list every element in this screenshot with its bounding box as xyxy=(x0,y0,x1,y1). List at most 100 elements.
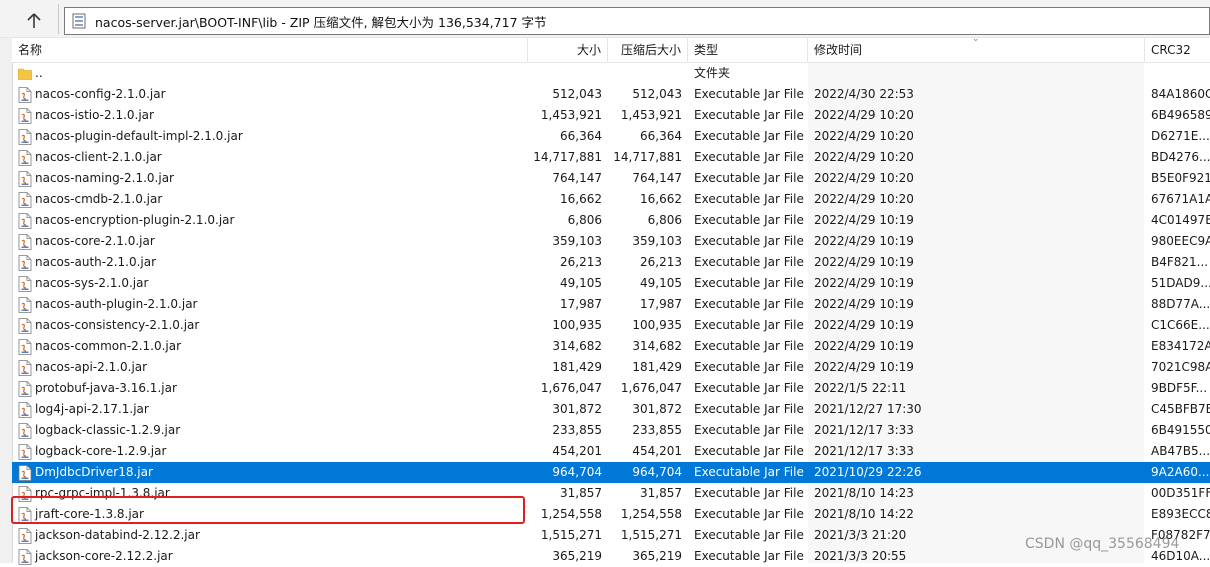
jar-file-icon xyxy=(18,275,32,292)
jar-file-icon xyxy=(18,443,32,460)
table-row[interactable]: nacos-common-2.1.0.jar 314,682 314,682 Exec… xyxy=(12,336,1210,357)
file-type: Executable Jar File xyxy=(694,381,804,395)
jar-file-icon xyxy=(18,107,32,124)
file-modified: 2022/4/29 10:19 xyxy=(814,213,914,227)
file-type: Executable Jar File xyxy=(694,402,804,416)
file-type: Executable Jar File xyxy=(694,234,804,248)
table-row[interactable]: nacos-api-2.1.0.jar 181,429 181,429 Executa… xyxy=(12,357,1210,378)
jar-file-icon xyxy=(18,359,32,376)
file-crc: 6B496589 xyxy=(1151,108,1210,122)
parent-folder-name: .. xyxy=(35,66,43,80)
table-row[interactable]: logback-classic-1.2.9.jar 233,855 233,855 E… xyxy=(12,420,1210,441)
table-row[interactable]: nacos-client-2.1.0.jar 14,717,881 14,717,8… xyxy=(12,147,1210,168)
table-row[interactable]: jraft-core-1.3.8.jar 1,254,558 1,254,558 Ex… xyxy=(12,504,1210,525)
table-row[interactable]: logback-core-1.2.9.jar 454,201 454,201 Exec… xyxy=(12,441,1210,462)
file-name: nacos-encryption-plugin-2.1.0.jar xyxy=(35,213,235,227)
column-name[interactable]: 名称 xyxy=(12,38,528,63)
file-compressed-size: 100,935 xyxy=(632,318,682,332)
file-crc: 7021C98A xyxy=(1151,360,1210,374)
table-row[interactable]: nacos-config-2.1.0.jar 512,043 512,043 Exec… xyxy=(12,84,1210,105)
file-name: DmJdbcDriver18.jar xyxy=(35,465,153,479)
file-modified: 2022/4/29 10:20 xyxy=(814,192,914,206)
file-crc: 6B491550 xyxy=(1151,423,1210,437)
parent-folder-row[interactable]: .. 文件夹 xyxy=(12,63,1210,84)
file-modified: 2022/4/29 10:19 xyxy=(814,234,914,248)
column-compressed-size[interactable]: 压缩后大小 xyxy=(608,38,688,63)
file-size: 1,453,921 xyxy=(540,108,602,122)
folder-icon xyxy=(18,68,32,80)
jar-file-icon xyxy=(18,233,32,250)
file-name: nacos-plugin-default-impl-2.1.0.jar xyxy=(35,129,243,143)
file-crc: 9A2A60... xyxy=(1151,465,1210,479)
table-row[interactable]: nacos-consistency-2.1.0.jar 100,935 100,93… xyxy=(12,315,1210,336)
file-name: logback-classic-1.2.9.jar xyxy=(35,423,181,437)
file-modified: 2022/4/29 10:19 xyxy=(814,297,914,311)
file-size: 181,429 xyxy=(552,360,602,374)
file-crc: 51DAD9... xyxy=(1151,276,1210,290)
table-row[interactable]: nacos-cmdb-2.1.0.jar 16,662 16,662 Executab… xyxy=(12,189,1210,210)
file-name: logback-core-1.2.9.jar xyxy=(35,444,167,458)
file-modified: 2022/4/29 10:19 xyxy=(814,318,914,332)
table-row[interactable]: nacos-auth-plugin-2.1.0.jar 17,987 17,987 E… xyxy=(12,294,1210,315)
column-crc[interactable]: CRC32 xyxy=(1145,38,1210,63)
file-modified: 2022/4/29 10:20 xyxy=(814,108,914,122)
file-modified: 2022/4/29 10:19 xyxy=(814,255,914,269)
file-compressed-size: 1,453,921 xyxy=(620,108,682,122)
file-modified: 2021/8/10 14:23 xyxy=(814,486,914,500)
file-size: 365,219 xyxy=(552,549,602,563)
jar-file-icon xyxy=(18,464,32,481)
file-compressed-size: 31,857 xyxy=(640,486,682,500)
table-row[interactable]: nacos-istio-2.1.0.jar 1,453,921 1,453,921 E… xyxy=(12,105,1210,126)
file-crc: BD4276... xyxy=(1151,150,1210,164)
jar-file-icon xyxy=(18,380,32,397)
address-path: nacos-server.jar\BOOT-INF\lib - ZIP 压缩文件… xyxy=(95,14,547,30)
file-crc: 84A1860C xyxy=(1151,87,1210,101)
file-compressed-size: 49,105 xyxy=(640,276,682,290)
table-row[interactable]: nacos-core-2.1.0.jar 359,103 359,103 Execut… xyxy=(12,231,1210,252)
file-name: nacos-consistency-2.1.0.jar xyxy=(35,318,200,332)
file-compressed-size: 454,201 xyxy=(632,444,682,458)
file-type: Executable Jar File xyxy=(694,486,804,500)
file-compressed-size: 26,213 xyxy=(640,255,682,269)
sort-indicator-icon: ⌄ xyxy=(972,34,980,44)
address-bar[interactable]: nacos-server.jar\BOOT-INF\lib - ZIP 压缩文件… xyxy=(64,7,1210,35)
file-modified: 2021/12/17 3:33 xyxy=(814,423,914,437)
column-type[interactable]: 类型 xyxy=(688,38,808,63)
file-crc: D6271E... xyxy=(1151,129,1210,143)
file-type: Executable Jar File xyxy=(694,171,804,185)
file-size: 512,043 xyxy=(552,87,602,101)
table-row[interactable]: nacos-sys-2.1.0.jar 49,105 49,105 Executabl… xyxy=(12,273,1210,294)
file-name: jraft-core-1.3.8.jar xyxy=(35,507,144,521)
file-name: nacos-auth-2.1.0.jar xyxy=(35,255,157,269)
file-modified: 2022/4/29 10:20 xyxy=(814,171,914,185)
file-modified: 2022/4/29 10:20 xyxy=(814,129,914,143)
file-crc: B4F821... xyxy=(1151,255,1209,269)
table-row[interactable]: nacos-encryption-plugin-2.1.0.jar 6,806 6,… xyxy=(12,210,1210,231)
file-type: Executable Jar File xyxy=(694,87,804,101)
table-row[interactable]: protobuf-java-3.16.1.jar 1,676,047 1,676,0… xyxy=(12,378,1210,399)
column-size[interactable]: 大小 xyxy=(528,38,608,63)
table-row[interactable]: nacos-auth-2.1.0.jar 26,213 26,213 Executab… xyxy=(12,252,1210,273)
up-folder-button[interactable] xyxy=(20,8,48,34)
table-row[interactable]: DmJdbcDriver18.jar 964,704 964,704 Executab… xyxy=(12,462,1210,483)
file-crc: 67671A1A xyxy=(1151,192,1210,206)
file-modified: 2021/10/29 22:26 xyxy=(814,465,922,479)
file-crc: C45BFB7E xyxy=(1151,402,1210,416)
table-row[interactable]: nacos-naming-2.1.0.jar 764,147 764,147 Exec… xyxy=(12,168,1210,189)
jar-file-icon xyxy=(18,317,32,334)
table-row[interactable]: nacos-plugin-default-impl-2.1.0.jar 66,36… xyxy=(12,126,1210,147)
file-name: nacos-config-2.1.0.jar xyxy=(35,87,166,101)
file-crc: E893ECC8 xyxy=(1151,507,1210,521)
table-row[interactable]: log4j-api-2.17.1.jar 301,872 301,872 Execut… xyxy=(12,399,1210,420)
table-row[interactable]: rpc-grpc-impl-1.3.8.jar 31,857 31,857 Execu… xyxy=(12,483,1210,504)
file-size: 31,857 xyxy=(560,486,602,500)
file-name: protobuf-java-3.16.1.jar xyxy=(35,381,177,395)
file-name: nacos-naming-2.1.0.jar xyxy=(35,171,174,185)
file-size: 16,662 xyxy=(560,192,602,206)
file-compressed-size: 181,429 xyxy=(632,360,682,374)
file-type: Executable Jar File xyxy=(694,318,804,332)
file-name: nacos-cmdb-2.1.0.jar xyxy=(35,192,163,206)
file-type: Executable Jar File xyxy=(694,507,804,521)
file-type: Executable Jar File xyxy=(694,255,804,269)
file-name: log4j-api-2.17.1.jar xyxy=(35,402,149,416)
